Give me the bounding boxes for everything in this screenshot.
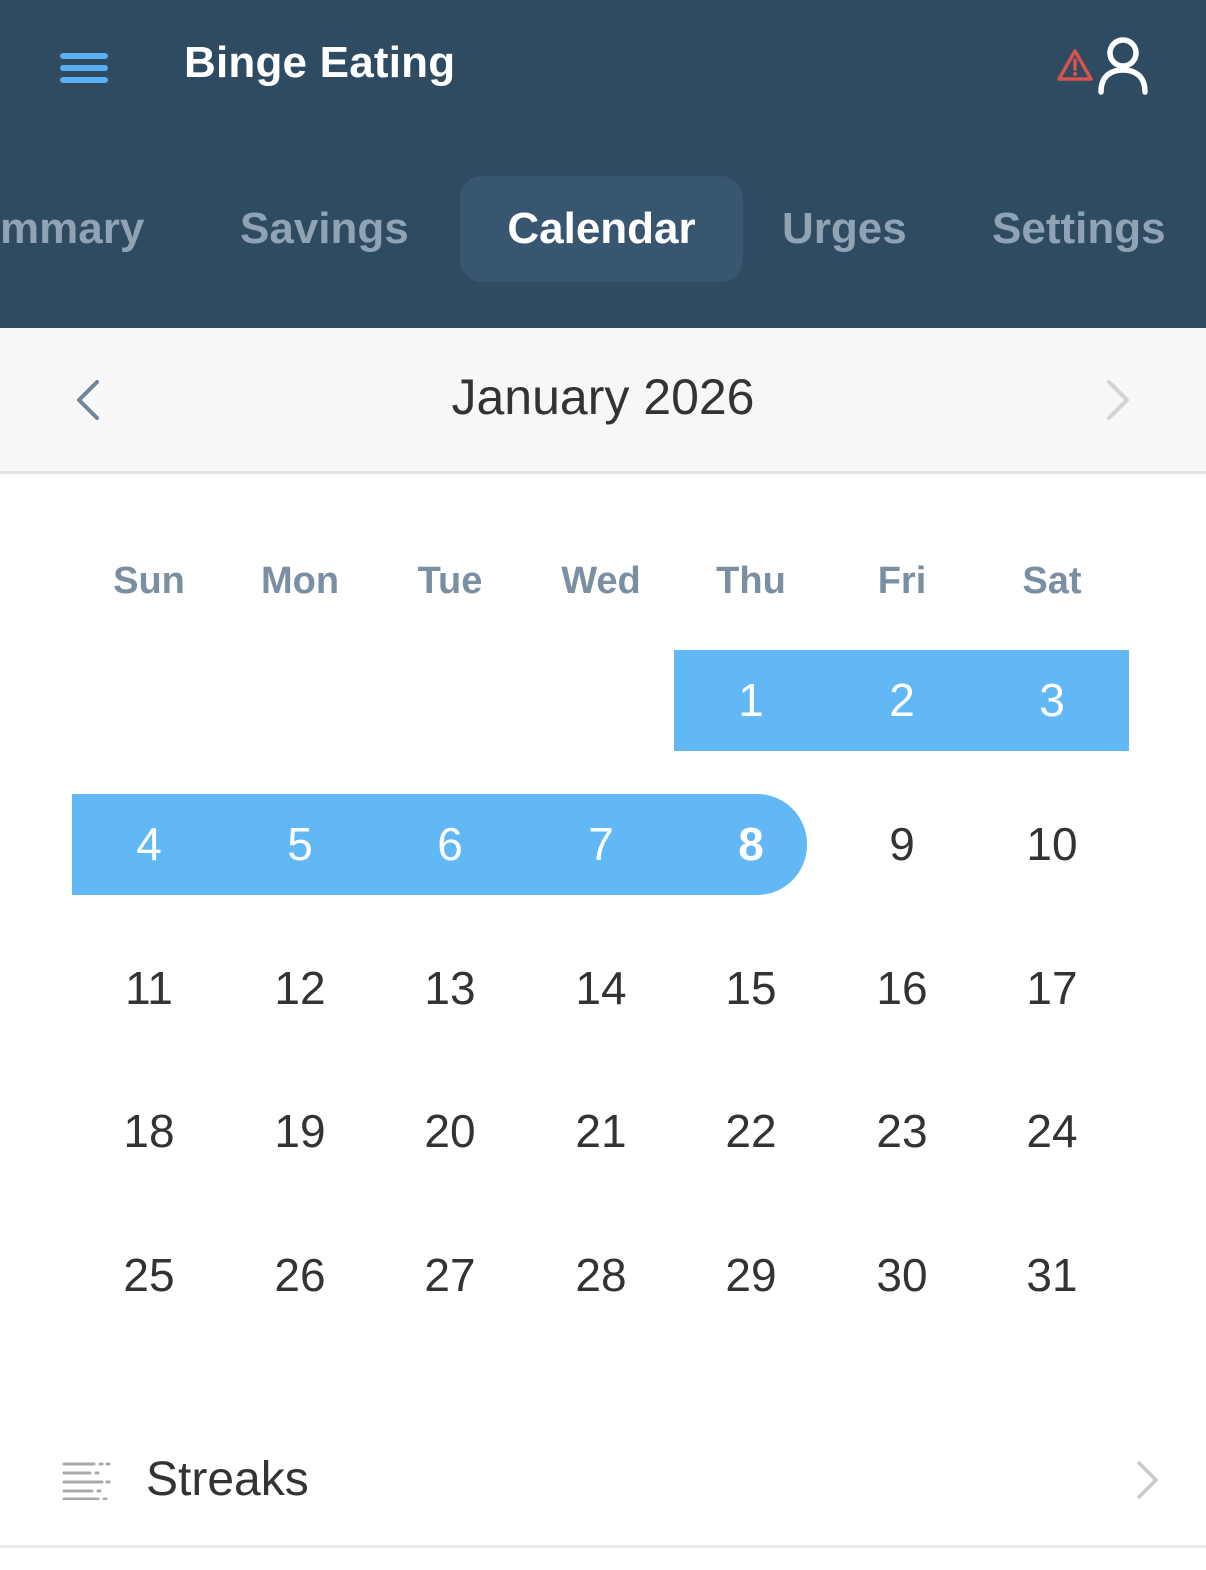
tab-settings[interactable]: Settings [992, 176, 1166, 282]
list-lines-icon [62, 1462, 111, 1500]
calendar-day-7[interactable]: 7 [526, 794, 676, 894]
calendar-day-3[interactable]: 3 [977, 650, 1127, 750]
calendar-day-27[interactable]: 27 [375, 1225, 525, 1325]
calendar-day-4[interactable]: 4 [74, 794, 224, 894]
chevron-right-icon[interactable] [1098, 376, 1138, 424]
user-profile-icon[interactable] [1096, 34, 1150, 98]
month-title: January 2026 [451, 369, 755, 425]
streaks-label: Streaks [146, 1453, 309, 1506]
calendar-day-31[interactable]: 31 [977, 1225, 1127, 1325]
top-header: Binge Eating mmary Savings Calendar Urge… [0, 0, 1206, 328]
tab-urges[interactable]: Urges [782, 176, 907, 282]
calendar-day-1[interactable]: 1 [676, 650, 826, 750]
calendar-day-15[interactable]: 15 [676, 938, 826, 1038]
calendar-day-12[interactable]: 12 [225, 938, 375, 1038]
streaks-row[interactable]: Streaks [0, 1410, 1206, 1548]
calendar-day-8-today[interactable]: 8 [676, 794, 826, 894]
calendar-day-28[interactable]: 28 [526, 1225, 676, 1325]
hamburger-menu-icon[interactable] [56, 46, 112, 90]
calendar-day-19[interactable]: 19 [225, 1081, 375, 1181]
weekday-wed: Wed [561, 560, 641, 602]
calendar-day-23[interactable]: 23 [827, 1081, 977, 1181]
calendar-day-21[interactable]: 21 [526, 1081, 676, 1181]
weekday-tue: Tue [417, 560, 483, 602]
calendar-day-11[interactable]: 11 [74, 938, 224, 1038]
calendar-day-14[interactable]: 14 [526, 938, 676, 1038]
calendar-day-6[interactable]: 6 [375, 794, 525, 894]
calendar-day-29[interactable]: 29 [676, 1225, 826, 1325]
app-title: Binge Eating [184, 38, 456, 87]
warning-triangle-icon[interactable] [1056, 48, 1094, 82]
weekday-sun: Sun [113, 560, 185, 602]
calendar-day-9[interactable]: 9 [827, 794, 977, 894]
tab-calendar[interactable]: Calendar [460, 176, 743, 282]
calendar-day-25[interactable]: 25 [74, 1225, 224, 1325]
weekday-fri: Fri [877, 560, 927, 602]
tab-savings[interactable]: Savings [240, 176, 409, 282]
calendar-day-18[interactable]: 18 [74, 1081, 224, 1181]
calendar-day-30[interactable]: 30 [827, 1225, 977, 1325]
weekday-mon: Mon [260, 560, 340, 602]
calendar-day-20[interactable]: 20 [375, 1081, 525, 1181]
weekday-sat: Sat [1022, 560, 1082, 602]
chevron-right-icon [1137, 1461, 1158, 1499]
calendar-day-17[interactable]: 17 [977, 938, 1127, 1038]
calendar-day-24[interactable]: 24 [977, 1081, 1127, 1181]
calendar-day-5[interactable]: 5 [225, 794, 375, 894]
calendar-day-22[interactable]: 22 [676, 1081, 826, 1181]
weekday-thu: Thu [716, 560, 786, 602]
calendar-day-13[interactable]: 13 [375, 938, 525, 1038]
calendar-day-10[interactable]: 10 [977, 794, 1127, 894]
month-navigation: January 2026 [0, 328, 1206, 474]
tab-bar: mmary Savings Calendar Urges Settings [0, 176, 1206, 284]
calendar-day-2[interactable]: 2 [827, 650, 977, 750]
calendar-day-26[interactable]: 26 [225, 1225, 375, 1325]
app-screen: Binge Eating mmary Savings Calendar Urge… [0, 0, 1206, 1570]
tab-summary[interactable]: mmary [0, 176, 144, 282]
calendar-day-16[interactable]: 16 [827, 938, 977, 1038]
